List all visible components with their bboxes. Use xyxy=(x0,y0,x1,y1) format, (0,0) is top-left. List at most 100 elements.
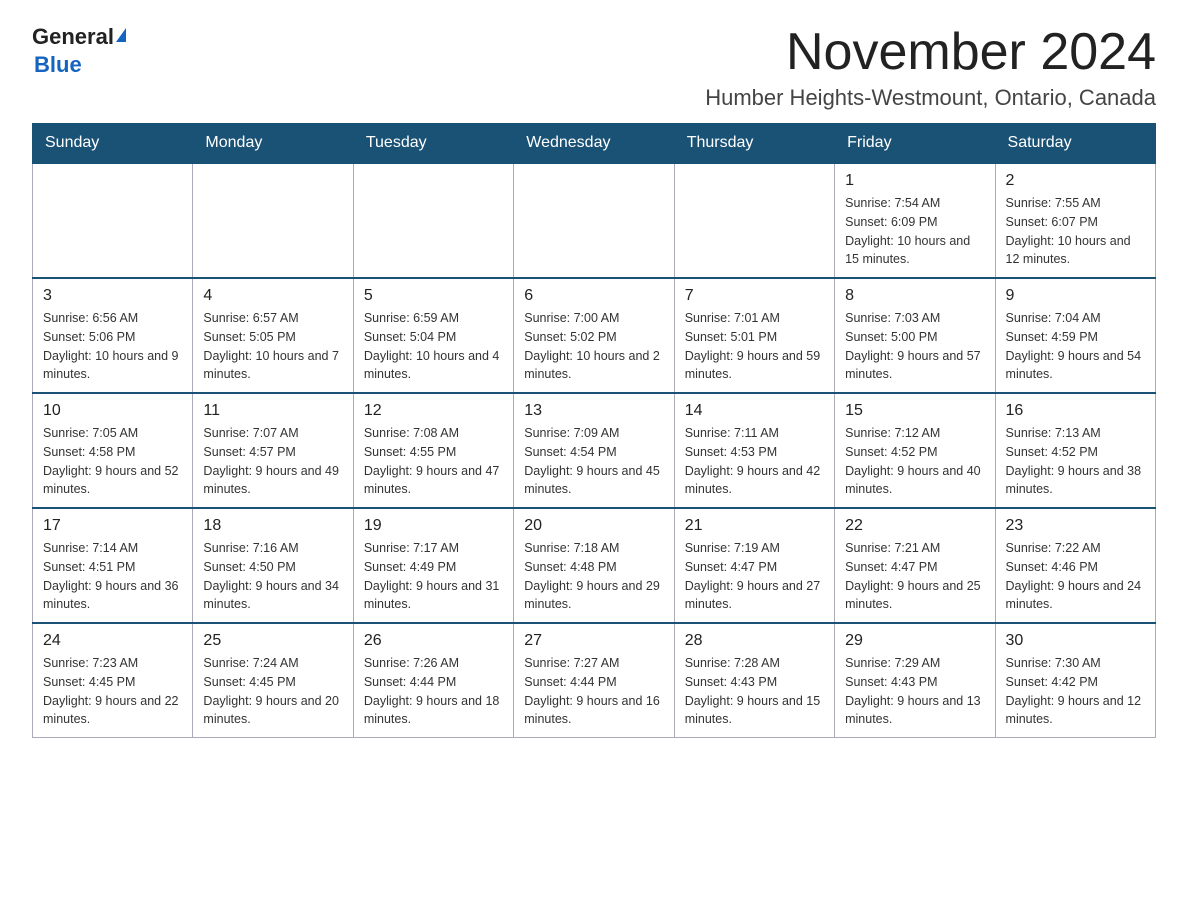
calendar-cell: 13Sunrise: 7:09 AMSunset: 4:54 PMDayligh… xyxy=(514,393,674,508)
day-number: 23 xyxy=(1006,517,1145,535)
calendar-cell: 29 Sunrise: 7:29 AMSunset: 4:43 PMDayligh… xyxy=(835,623,995,738)
calendar-cell: 15Sunrise: 7:12 AMSunset: 4:52 PMDayligh… xyxy=(835,393,995,508)
week-row-5: 24 Sunrise: 7:23 AMSunset: 4:45 PMDayligh… xyxy=(33,623,1156,738)
weekday-header-friday: Friday xyxy=(835,124,995,164)
day-number: 21 xyxy=(685,517,824,535)
location-subtitle: Humber Heights-Westmount, Ontario, Canad… xyxy=(705,85,1156,111)
calendar-cell: 7Sunrise: 7:01 AMSunset: 5:01 PMDaylight… xyxy=(674,278,834,393)
day-info: Sunrise: 7:22 AMSunset: 4:46 PMDaylight:… xyxy=(1006,539,1145,614)
weekday-header-saturday: Saturday xyxy=(995,124,1155,164)
day-number: 17 xyxy=(43,517,182,535)
calendar-cell: 4 Sunrise: 6:57 AMSunset: 5:05 PMDaylight… xyxy=(193,278,353,393)
day-number: 11 xyxy=(203,402,342,420)
week-row-4: 17 Sunrise: 7:14 AMSunset: 4:51 PMDayligh… xyxy=(33,508,1156,623)
day-number: 9 xyxy=(1006,287,1145,305)
day-info: Sunrise: 7:08 AMSunset: 4:55 PMDaylight:… xyxy=(364,424,503,499)
week-row-2: 3Sunrise: 6:56 AMSunset: 5:06 PMDaylight… xyxy=(33,278,1156,393)
calendar-cell: 14 Sunrise: 7:11 AMSunset: 4:53 PMDayligh… xyxy=(674,393,834,508)
day-number: 20 xyxy=(524,517,663,535)
calendar-cell: 12 Sunrise: 7:08 AMSunset: 4:55 PMDayligh… xyxy=(353,393,513,508)
day-info: Sunrise: 7:07 AMSunset: 4:57 PMDaylight:… xyxy=(203,424,342,499)
calendar-cell: 3Sunrise: 6:56 AMSunset: 5:06 PMDaylight… xyxy=(33,278,193,393)
title-area: November 2024 Humber Heights-Westmount, … xyxy=(705,24,1156,111)
day-info: Sunrise: 7:17 AMSunset: 4:49 PMDaylight:… xyxy=(364,539,503,614)
day-number: 27 xyxy=(524,632,663,650)
calendar-cell xyxy=(353,163,513,278)
day-info: Sunrise: 7:28 AMSunset: 4:43 PMDaylight:… xyxy=(685,654,824,729)
day-info: Sunrise: 7:16 AMSunset: 4:50 PMDaylight:… xyxy=(203,539,342,614)
day-number: 12 xyxy=(364,402,503,420)
week-row-1: 1 Sunrise: 7:54 AMSunset: 6:09 PMDaylight… xyxy=(33,163,1156,278)
day-info: Sunrise: 7:54 AMSunset: 6:09 PMDaylight:… xyxy=(845,194,984,269)
day-info: Sunrise: 7:19 AMSunset: 4:47 PMDaylight:… xyxy=(685,539,824,614)
day-number: 29 xyxy=(845,632,984,650)
logo-blue-part xyxy=(114,24,126,50)
day-number: 28 xyxy=(685,632,824,650)
calendar-cell: 8Sunrise: 7:03 AMSunset: 5:00 PMDaylight… xyxy=(835,278,995,393)
day-info: Sunrise: 7:05 AMSunset: 4:58 PMDaylight:… xyxy=(43,424,182,499)
day-number: 24 xyxy=(43,632,182,650)
day-info: Sunrise: 7:30 AMSunset: 4:42 PMDaylight:… xyxy=(1006,654,1145,729)
day-info: Sunrise: 7:29 AMSunset: 4:43 PMDaylight:… xyxy=(845,654,984,729)
day-info: Sunrise: 7:24 AMSunset: 4:45 PMDaylight:… xyxy=(203,654,342,729)
calendar-cell: 1 Sunrise: 7:54 AMSunset: 6:09 PMDaylight… xyxy=(835,163,995,278)
day-info: Sunrise: 6:57 AMSunset: 5:05 PMDaylight:… xyxy=(203,309,342,384)
weekday-header-sunday: Sunday xyxy=(33,124,193,164)
day-number: 5 xyxy=(364,287,503,305)
calendar-cell: 16Sunrise: 7:13 AMSunset: 4:52 PMDayligh… xyxy=(995,393,1155,508)
day-number: 7 xyxy=(685,287,824,305)
week-row-3: 10 Sunrise: 7:05 AMSunset: 4:58 PMDayligh… xyxy=(33,393,1156,508)
calendar-cell: 2Sunrise: 7:55 AMSunset: 6:07 PMDaylight… xyxy=(995,163,1155,278)
day-number: 22 xyxy=(845,517,984,535)
calendar-cell: 26 Sunrise: 7:26 AMSunset: 4:44 PMDayligh… xyxy=(353,623,513,738)
day-info: Sunrise: 7:23 AMSunset: 4:45 PMDaylight:… xyxy=(43,654,182,729)
day-number: 25 xyxy=(203,632,342,650)
calendar-cell: 25 Sunrise: 7:24 AMSunset: 4:45 PMDayligh… xyxy=(193,623,353,738)
page-header: General Blue November 2024 Humber Height… xyxy=(32,24,1156,111)
calendar-cell: 11 Sunrise: 7:07 AMSunset: 4:57 PMDayligh… xyxy=(193,393,353,508)
weekday-header-monday: Monday xyxy=(193,124,353,164)
calendar-cell: 28 Sunrise: 7:28 AMSunset: 4:43 PMDayligh… xyxy=(674,623,834,738)
calendar-cell: 5 Sunrise: 6:59 AMSunset: 5:04 PMDaylight… xyxy=(353,278,513,393)
calendar-cell: 22 Sunrise: 7:21 AMSunset: 4:47 PMDayligh… xyxy=(835,508,995,623)
day-number: 6 xyxy=(524,287,663,305)
day-info: Sunrise: 7:13 AMSunset: 4:52 PMDaylight:… xyxy=(1006,424,1145,499)
day-info: Sunrise: 7:21 AMSunset: 4:47 PMDaylight:… xyxy=(845,539,984,614)
calendar-cell: 23 Sunrise: 7:22 AMSunset: 4:46 PMDayligh… xyxy=(995,508,1155,623)
day-number: 30 xyxy=(1006,632,1145,650)
calendar-cell: 10 Sunrise: 7:05 AMSunset: 4:58 PMDayligh… xyxy=(33,393,193,508)
logo: General Blue xyxy=(32,24,126,78)
logo-triangle-icon xyxy=(116,28,126,42)
day-info: Sunrise: 6:59 AMSunset: 5:04 PMDaylight:… xyxy=(364,309,503,384)
day-info: Sunrise: 7:00 AMSunset: 5:02 PMDaylight:… xyxy=(524,309,663,384)
day-info: Sunrise: 7:27 AMSunset: 4:44 PMDaylight:… xyxy=(524,654,663,729)
day-number: 4 xyxy=(203,287,342,305)
day-number: 8 xyxy=(845,287,984,305)
calendar-cell: 19 Sunrise: 7:17 AMSunset: 4:49 PMDayligh… xyxy=(353,508,513,623)
logo-general-text: General xyxy=(32,24,114,50)
calendar-cell xyxy=(33,163,193,278)
day-number: 10 xyxy=(43,402,182,420)
day-info: Sunrise: 7:11 AMSunset: 4:53 PMDaylight:… xyxy=(685,424,824,499)
weekday-header-thursday: Thursday xyxy=(674,124,834,164)
day-number: 13 xyxy=(524,402,663,420)
day-number: 1 xyxy=(845,172,984,190)
month-title: November 2024 xyxy=(705,24,1156,81)
weekday-header-tuesday: Tuesday xyxy=(353,124,513,164)
day-info: Sunrise: 7:14 AMSunset: 4:51 PMDaylight:… xyxy=(43,539,182,614)
day-info: Sunrise: 7:04 AMSunset: 4:59 PMDaylight:… xyxy=(1006,309,1145,384)
logo-blue-word: Blue xyxy=(34,52,82,78)
calendar-cell: 18Sunrise: 7:16 AMSunset: 4:50 PMDayligh… xyxy=(193,508,353,623)
calendar-cell: 9 Sunrise: 7:04 AMSunset: 4:59 PMDaylight… xyxy=(995,278,1155,393)
day-number: 26 xyxy=(364,632,503,650)
day-info: Sunrise: 7:12 AMSunset: 4:52 PMDaylight:… xyxy=(845,424,984,499)
calendar-cell: 20Sunrise: 7:18 AMSunset: 4:48 PMDayligh… xyxy=(514,508,674,623)
weekday-header-row: SundayMondayTuesdayWednesdayThursdayFrid… xyxy=(33,124,1156,164)
day-number: 2 xyxy=(1006,172,1145,190)
calendar-cell xyxy=(514,163,674,278)
calendar-cell: 27 Sunrise: 7:27 AMSunset: 4:44 PMDayligh… xyxy=(514,623,674,738)
day-number: 19 xyxy=(364,517,503,535)
day-info: Sunrise: 7:26 AMSunset: 4:44 PMDaylight:… xyxy=(364,654,503,729)
day-number: 3 xyxy=(43,287,182,305)
day-number: 14 xyxy=(685,402,824,420)
